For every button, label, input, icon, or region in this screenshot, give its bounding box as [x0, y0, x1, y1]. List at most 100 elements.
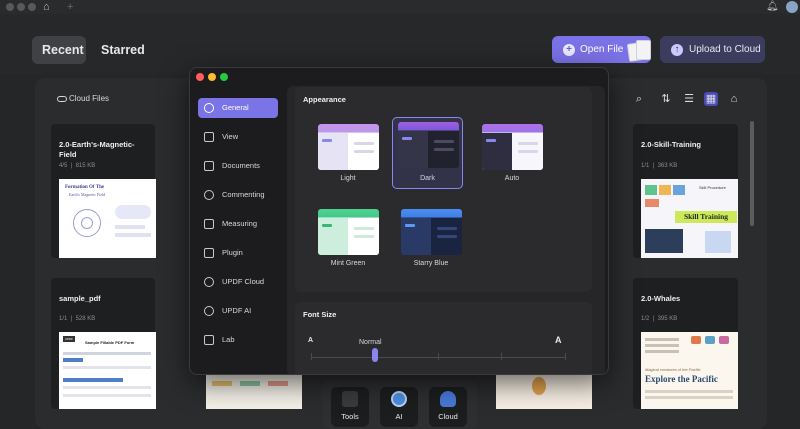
sidebar-item-label: Lab	[222, 335, 235, 344]
font-size-slider-thumb[interactable]	[371, 348, 378, 362]
open-file-label: Open File	[580, 44, 624, 55]
scrollbar[interactable]	[750, 121, 754, 226]
thumb-heading: Formation Of The	[65, 185, 105, 190]
theme-dark-option[interactable]: Dark	[392, 117, 463, 189]
ruler-icon	[204, 219, 214, 229]
sidebar-item-updf-ai[interactable]: UPDF AI	[198, 301, 278, 321]
window-minimize-dot[interactable]	[17, 3, 25, 11]
file-thumbnail: Skill Procedure Skill Training	[641, 179, 738, 258]
file-title: 2.0-Whales	[641, 294, 681, 303]
dock-tools-label: Tools	[341, 412, 359, 421]
dock-ai-label: AI	[395, 412, 403, 421]
home-icon[interactable]: ⌂	[43, 1, 50, 13]
file-thumbnail: Formation Of The Earth's Magnetic Field	[59, 179, 156, 258]
theme-starry-blue-option[interactable]: Starry Blue	[396, 206, 466, 276]
document-icon	[204, 161, 214, 171]
file-meta: 1/1 | 363 KB	[641, 163, 678, 169]
file-card-skill[interactable]: 2.0-Skill-Training 1/1 | 363 KB Skill Pr…	[633, 124, 738, 258]
thumb-subheading: UPDF	[63, 336, 75, 342]
sidebar-item-label: View	[222, 132, 239, 141]
file-meta: 4/5 | 815 KB	[59, 163, 96, 169]
title-bar	[0, 0, 800, 14]
upload-to-cloud-label: Upload to Cloud	[689, 44, 761, 55]
theme-label: Mint Green	[330, 260, 366, 267]
sidebar-item-label: UPDF AI	[222, 306, 252, 315]
cloud-icon	[57, 96, 67, 102]
theme-dark-preview	[398, 122, 459, 168]
sidebar-item-measuring[interactable]: Measuring	[198, 214, 278, 234]
dialog-minimize-button[interactable]	[208, 73, 216, 81]
plus-icon: +	[563, 43, 575, 56]
section-heading: Appearance	[303, 95, 346, 104]
thumb-subheading: Skill Procedure	[699, 185, 726, 190]
puzzle-icon	[204, 248, 214, 258]
file-size: 815 KB	[75, 163, 96, 169]
theme-mint-green-option[interactable]: Mint Green	[313, 206, 383, 276]
dock-cloud-button[interactable]: Cloud	[429, 387, 467, 427]
thumb-heading: Skill Training	[675, 211, 737, 223]
font-size-slider-track[interactable]	[311, 353, 566, 360]
font-size-large-label: A	[555, 335, 562, 345]
view-icon	[204, 132, 214, 142]
sidebar-item-general[interactable]: General	[198, 98, 278, 118]
file-size: 363 KB	[657, 163, 678, 169]
sidebar-item-label: Documents	[222, 161, 260, 170]
grid-view-icon[interactable]: ▦	[704, 92, 718, 106]
new-tab-icon[interactable]: +	[67, 1, 73, 13]
section-heading: Font Size	[303, 310, 337, 319]
tab-recent[interactable]: Recent	[32, 36, 86, 64]
sidebar-item-lab[interactable]: Lab	[198, 330, 278, 350]
view-toolbar: ⌕ ⇅ ☰ ▦ ⌂	[630, 92, 740, 106]
dock-ai-button[interactable]: AI	[380, 387, 418, 427]
comment-icon	[204, 190, 214, 200]
upload-to-cloud-button[interactable]: ↑ Upload to Cloud	[660, 36, 765, 63]
theme-label: Light	[340, 175, 356, 182]
theme-starry-blue-preview	[401, 209, 462, 255]
theme-auto-option[interactable]: Auto	[477, 121, 547, 191]
appearance-section: Appearance Light Dark Auto Mint Green St…	[295, 87, 592, 292]
cloud-icon	[204, 277, 214, 287]
theme-auto-preview	[482, 124, 543, 170]
file-title: 2.0-Skill-Training	[641, 140, 702, 149]
dialog-close-button[interactable]	[196, 73, 204, 81]
file-card-whales[interactable]: 2.0-Whales 1/2 | 395 KB Magical creature…	[633, 278, 738, 409]
bell-icon[interactable]: 🔔︎	[766, 1, 779, 12]
library-icon[interactable]: ⌂	[727, 92, 741, 106]
ai-orb-icon	[391, 391, 407, 407]
file-pages: 1/2	[641, 316, 650, 322]
file-card-sample[interactable]: sample_pdf 1/1 | 528 KB UPDF Sample Fill…	[51, 278, 156, 409]
cloud-icon	[440, 391, 456, 407]
file-thumbnail-partial[interactable]	[206, 375, 302, 409]
sidebar-item-label: Measuring	[222, 219, 258, 228]
dock-cloud-label: Cloud	[438, 412, 458, 421]
theme-light-option[interactable]: Light	[313, 121, 383, 191]
window-close-dot[interactable]	[6, 3, 14, 11]
file-size: 528 KB	[75, 316, 96, 322]
font-size-current-label: Normal	[359, 339, 382, 346]
file-pages: 4/5	[59, 163, 68, 169]
file-pages: 1/1	[641, 163, 650, 169]
file-meta: 1/2 | 395 KB	[641, 316, 678, 322]
file-thumbnail: Magical creatures of the Pacific Explore…	[641, 332, 738, 409]
list-view-icon[interactable]: ☰	[682, 92, 696, 106]
cloud-files-link[interactable]: Cloud Files	[57, 94, 109, 103]
sidebar-item-plugin[interactable]: Plugin	[198, 243, 278, 263]
file-thumbnail-partial[interactable]	[496, 375, 592, 409]
sidebar-item-documents[interactable]: Documents	[198, 156, 278, 176]
sidebar-item-view[interactable]: View	[198, 127, 278, 147]
ai-icon	[204, 306, 214, 316]
dialog-zoom-button[interactable]	[220, 73, 228, 81]
sidebar-item-commenting[interactable]: Commenting	[198, 185, 278, 205]
sidebar-item-updf-cloud[interactable]: UPDF Cloud	[198, 272, 278, 292]
thumb-subheading: Magical creatures of the Pacific	[645, 367, 701, 372]
sort-icon[interactable]: ⇅	[659, 92, 673, 106]
search-icon[interactable]: ⌕	[632, 92, 646, 106]
file-size: 395 KB	[657, 316, 678, 322]
window-zoom-dot[interactable]	[28, 3, 36, 11]
file-card-earth[interactable]: 2.0-Earth's-Magnetic-Field 4/5 | 815 KB …	[51, 124, 156, 258]
dock-tools-button[interactable]: Tools	[331, 387, 369, 427]
tab-starred[interactable]: Starred	[91, 36, 155, 64]
sidebar-item-label: Commenting	[222, 190, 265, 199]
avatar[interactable]	[786, 1, 798, 13]
theme-label: Dark	[420, 175, 435, 182]
